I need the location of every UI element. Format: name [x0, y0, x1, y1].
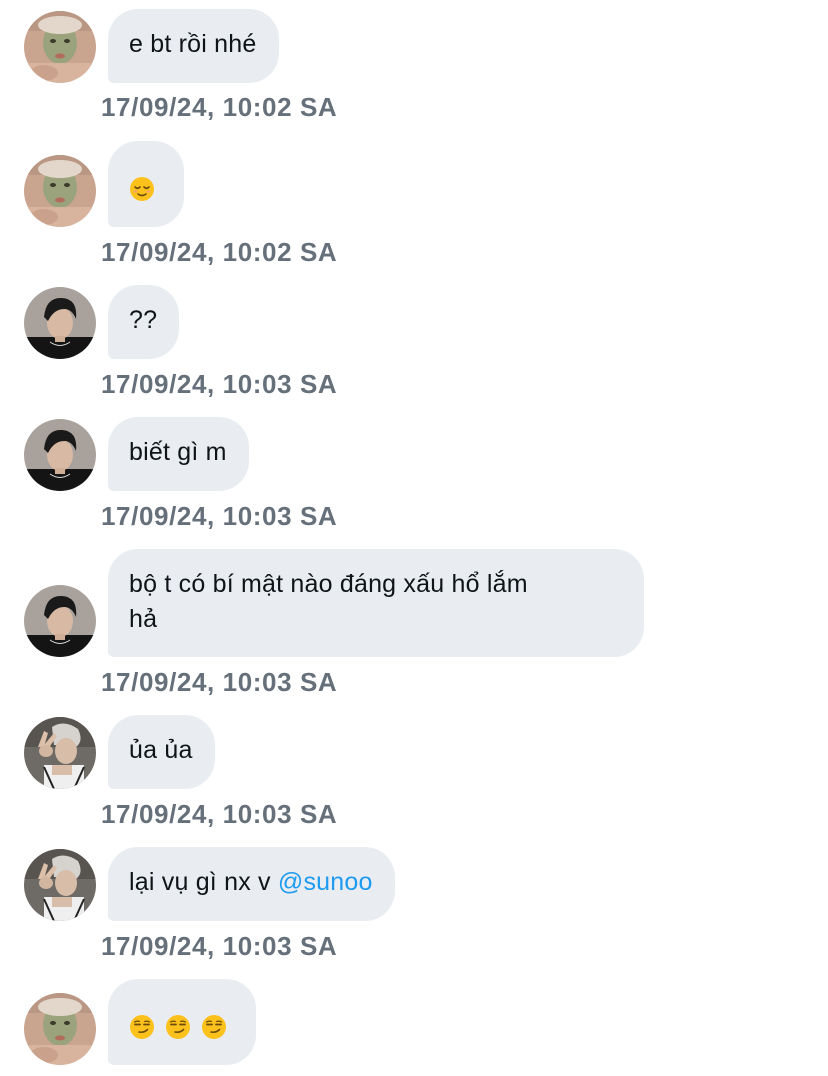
- relieved-face-icon: [129, 176, 155, 202]
- avatar-dark-hair[interactable]: [24, 287, 96, 359]
- message-bubble: ??: [108, 285, 180, 359]
- message-thread: e bt rồi nhé 17/09/24, 10:02 SA 17/09/24…: [0, 0, 828, 1076]
- avatar-face-mask[interactable]: [24, 11, 96, 83]
- message-text: lại vụ gì nx v: [129, 868, 278, 896]
- message-bubble: biết gì m: [108, 417, 249, 491]
- message-text-line: hả: [129, 605, 158, 633]
- message-bubble: lại vụ gì nx v @sunoo: [108, 847, 395, 921]
- message-timestamp: 17/09/24, 10:02 SA: [101, 92, 338, 122]
- message-bubble: e bt rồi nhé: [108, 9, 279, 83]
- message-bubble: [108, 979, 256, 1065]
- smirking-face-icon: [129, 1014, 155, 1040]
- message-timestamp: 17/09/24, 10:03 SA: [101, 501, 338, 531]
- message-text-line: bộ t có bí mật nào đáng xấu hổ lắm: [129, 570, 528, 598]
- mention-link[interactable]: @sunoo: [278, 868, 373, 896]
- avatar-dark-hair[interactable]: [24, 585, 96, 657]
- message-bubble: ủa ủa: [108, 715, 215, 789]
- message-timestamp: 17/09/24, 10:02 SA: [101, 237, 338, 267]
- emoji-row: [129, 1009, 234, 1044]
- avatar-face-mask[interactable]: [24, 993, 96, 1065]
- message-timestamp: 17/09/24, 10:03 SA: [101, 931, 338, 961]
- message-bubble: [108, 141, 184, 227]
- message-timestamp: 17/09/24, 10:03 SA: [101, 799, 338, 829]
- message-text: biết gì m: [129, 438, 227, 466]
- message-text: ủa ủa: [129, 736, 193, 764]
- avatar-peace-sign[interactable]: [24, 849, 96, 921]
- avatar-dark-hair[interactable]: [24, 419, 96, 491]
- avatar-face-mask[interactable]: [24, 155, 96, 227]
- smirking-face-icon: [165, 1014, 191, 1040]
- message-timestamp: 17/09/24, 10:03 SA: [101, 369, 338, 399]
- avatar-peace-sign[interactable]: [24, 717, 96, 789]
- message-text: ??: [129, 306, 158, 334]
- message-timestamp: 17/09/24, 10:03 SA: [101, 667, 338, 697]
- smirking-face-icon: [201, 1014, 227, 1040]
- message-text: e bt rồi nhé: [129, 30, 257, 58]
- emoji-row: [129, 171, 162, 206]
- message-bubble: bộ t có bí mật nào đáng xấu hổ lắm hả: [108, 549, 644, 657]
